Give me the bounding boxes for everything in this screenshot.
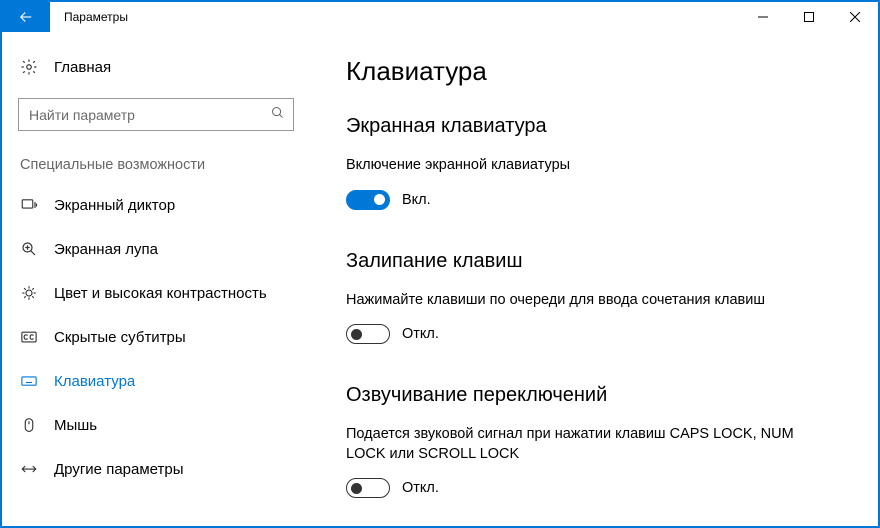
home-button[interactable]: Главная	[2, 50, 310, 84]
contrast-icon	[20, 284, 38, 302]
search-box[interactable]	[18, 98, 294, 131]
sidebar-item-label: Скрытые субтитры	[54, 329, 186, 346]
toggle-knob	[351, 483, 362, 494]
toggle-state-label: Вкл.	[402, 192, 431, 208]
minimize-icon	[758, 12, 768, 22]
toggle-knob	[374, 194, 385, 205]
arrows-icon	[20, 460, 38, 478]
back-button[interactable]	[2, 2, 50, 32]
sidebar-item-high-contrast[interactable]: Цвет и высокая контрастность	[2, 271, 310, 315]
toggle-knob	[351, 329, 362, 340]
narrator-icon	[20, 196, 38, 214]
content-area: Клавиатура Экранная клавиатура Включение…	[310, 32, 878, 526]
sidebar-item-keyboard[interactable]: Клавиатура	[2, 359, 310, 403]
sidebar-item-mouse[interactable]: Мышь	[2, 403, 310, 447]
sidebar-item-label: Цвет и высокая контрастность	[54, 285, 267, 302]
sidebar-item-magnifier[interactable]: Экранная лупа	[2, 227, 310, 271]
sidebar-item-closed-captions[interactable]: Скрытые субтитры	[2, 315, 310, 359]
sidebar-section-label: Специальные возможности	[2, 157, 310, 173]
cc-icon	[20, 328, 38, 346]
section-heading: Экранная клавиатура	[346, 115, 854, 138]
sidebar-nav: Экранный диктор Экранная лупа Цвет и выс…	[2, 183, 310, 491]
magnifier-icon	[20, 240, 38, 258]
maximize-icon	[804, 12, 814, 22]
home-label: Главная	[54, 59, 111, 76]
mouse-icon	[20, 416, 38, 434]
sticky-keys-toggle[interactable]	[346, 324, 390, 344]
window-controls	[740, 2, 878, 32]
sidebar: Главная Специальные возможности Экранный…	[2, 32, 310, 526]
sidebar-item-label: Клавиатура	[54, 373, 135, 390]
toggle-row: Откл.	[346, 478, 854, 498]
section-heading: Озвучивание переключений	[346, 384, 854, 407]
sidebar-item-narrator[interactable]: Экранный диктор	[2, 183, 310, 227]
close-button[interactable]	[832, 2, 878, 32]
toggle-state-label: Откл.	[402, 480, 439, 496]
section-toggle-keys: Озвучивание переключений Подается звуков…	[346, 384, 854, 498]
sidebar-item-label: Другие параметры	[54, 461, 184, 478]
section-onscreen-keyboard: Экранная клавиатура Включение экранной к…	[346, 115, 854, 210]
titlebar: Параметры	[2, 2, 878, 32]
section-sticky-keys: Залипание клавиш Нажимайте клавиши по оч…	[346, 250, 854, 345]
search-icon	[270, 105, 285, 125]
arrow-left-icon	[17, 8, 35, 26]
toggle-row: Откл.	[346, 324, 854, 344]
sidebar-item-label: Экранная лупа	[54, 241, 158, 258]
sidebar-item-other[interactable]: Другие параметры	[2, 447, 310, 491]
minimize-button[interactable]	[740, 2, 786, 32]
toggle-state-label: Откл.	[402, 326, 439, 342]
search-input[interactable]	[29, 107, 270, 123]
close-icon	[850, 12, 860, 22]
section-desc: Включение экранной клавиатуры	[346, 156, 806, 176]
window-body: Главная Специальные возможности Экранный…	[2, 32, 878, 526]
section-heading: Залипание клавиш	[346, 250, 854, 273]
onscreen-keyboard-toggle[interactable]	[346, 190, 390, 210]
gear-icon	[20, 58, 38, 76]
maximize-button[interactable]	[786, 2, 832, 32]
sidebar-item-label: Экранный диктор	[54, 197, 175, 214]
section-desc: Подается звуковой сигнал при нажатии кла…	[346, 425, 806, 464]
sidebar-item-label: Мышь	[54, 417, 97, 434]
section-desc: Нажимайте клавиши по очереди для ввода с…	[346, 291, 806, 311]
page-title: Клавиатура	[346, 56, 854, 87]
settings-window: Параметры Главная	[0, 0, 880, 528]
search-wrap	[2, 98, 310, 131]
toggle-row: Вкл.	[346, 190, 854, 210]
toggle-keys-toggle[interactable]	[346, 478, 390, 498]
keyboard-icon	[20, 372, 38, 390]
window-title: Параметры	[50, 2, 740, 32]
